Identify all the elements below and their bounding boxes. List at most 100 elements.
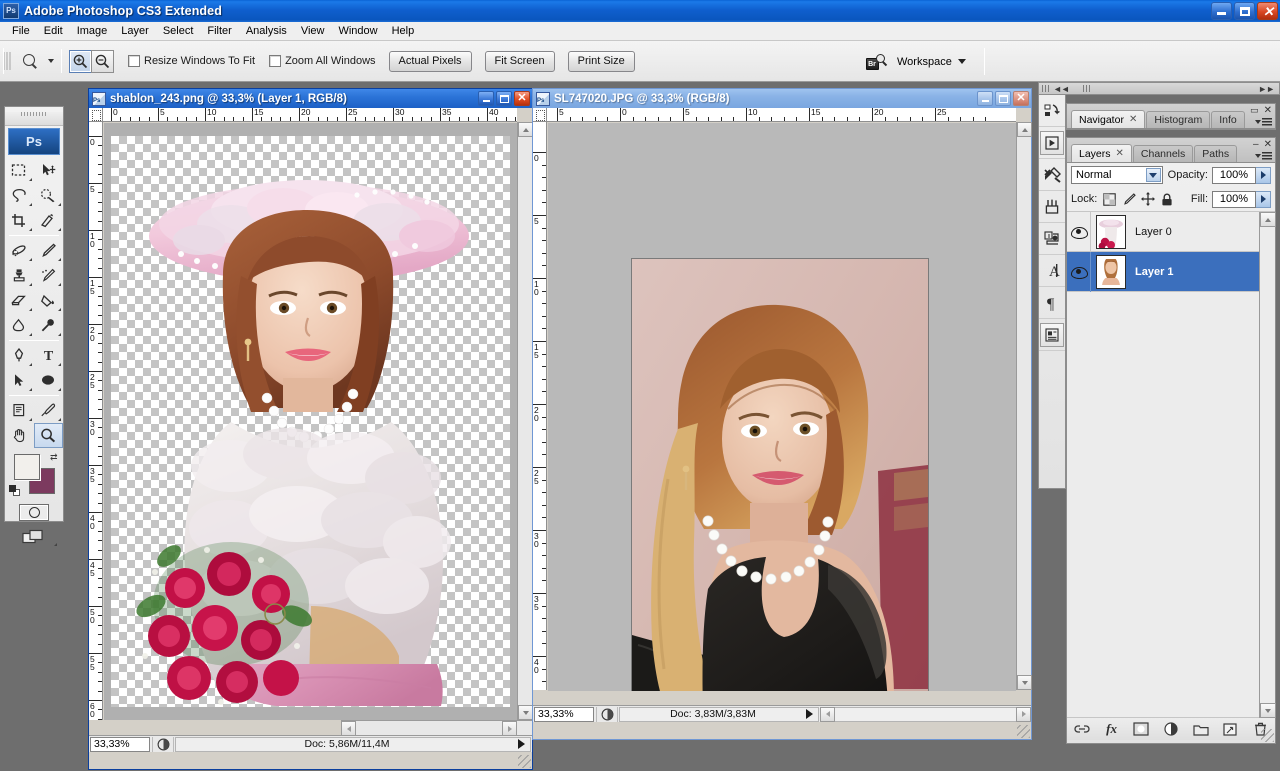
paint-bucket-tool[interactable]: [34, 288, 63, 313]
minimize-panel-icon[interactable]: –: [1253, 139, 1259, 150]
zoom-all-windows-checkbox[interactable]: Zoom All Windows: [269, 55, 376, 67]
horizontal-ruler[interactable]: 5 0 5 10 15 20 25: [547, 108, 1016, 122]
toolbox-grip[interactable]: [21, 112, 47, 116]
menu-layer[interactable]: Layer: [114, 23, 156, 39]
slice-tool[interactable]: [34, 208, 63, 233]
rectangular-marquee-tool[interactable]: [5, 158, 34, 183]
lock-transparency-icon[interactable]: [1102, 192, 1117, 207]
new-layer-icon[interactable]: [1221, 721, 1239, 738]
foreground-color-swatch[interactable]: [14, 454, 40, 480]
table-row[interactable]: Layer 1: [1067, 251, 1260, 292]
horizontal-scroll-track[interactable]: [835, 706, 1016, 722]
close-button[interactable]: ✕: [1257, 2, 1278, 20]
clone-stamp-tool[interactable]: [5, 263, 34, 288]
zoom-level-field[interactable]: 33,33%: [534, 706, 594, 722]
document-canvas-shablon[interactable]: [104, 123, 517, 720]
status-menu-triangle-icon[interactable]: [518, 739, 525, 749]
horizontal-ruler[interactable]: 0 5 10 15 20 25 30 35 40: [103, 108, 517, 122]
default-colors-icon[interactable]: [9, 485, 20, 496]
brush-tool[interactable]: [34, 238, 63, 263]
close-icon[interactable]: ✕: [1116, 148, 1124, 159]
eraser-tool[interactable]: [5, 288, 34, 313]
document-horizontal-scrollbar[interactable]: [341, 720, 532, 736]
document-profile-icon[interactable]: [152, 736, 174, 752]
menu-filter[interactable]: Filter: [200, 23, 238, 39]
vertical-ruler[interactable]: 0 5 10 15 20 25 30 35 40 45 50 55 60: [89, 122, 103, 720]
minimize-button[interactable]: [1211, 2, 1232, 20]
layer-thumbnail[interactable]: [1096, 214, 1126, 249]
layer-mask-icon[interactable]: [1132, 721, 1150, 738]
document-vertical-scrollbar[interactable]: [1016, 122, 1032, 690]
eyedropper-tool[interactable]: [34, 398, 63, 423]
zoom-in-icon[interactable]: [69, 49, 92, 73]
menu-edit[interactable]: Edit: [37, 23, 70, 39]
resize-grip[interactable]: [1261, 729, 1274, 742]
scroll-down-button[interactable]: [1017, 675, 1032, 690]
adjustment-layer-icon[interactable]: [1162, 721, 1180, 738]
clone-source-icon[interactable]: [1039, 223, 1065, 255]
scroll-left-button[interactable]: [341, 721, 356, 736]
scroll-left-button[interactable]: [820, 706, 835, 722]
close-panel-icon[interactable]: ✕: [1264, 105, 1272, 116]
workspace-menu-button[interactable]: Workspace: [897, 52, 966, 71]
close-icon[interactable]: ✕: [1129, 114, 1137, 125]
dock-grip-right[interactable]: [1082, 85, 1091, 92]
healing-brush-tool[interactable]: [5, 238, 34, 263]
quick-selection-tool[interactable]: [34, 183, 63, 208]
ruler-origin-corner[interactable]: [533, 108, 547, 122]
expand-dock-icon[interactable]: ►►: [1258, 84, 1275, 94]
go-to-bridge-button[interactable]: Br: [862, 50, 888, 73]
paragraph-icon[interactable]: ¶: [1039, 287, 1065, 319]
checkbox-box[interactable]: [269, 55, 282, 67]
history-brush-tool[interactable]: [34, 263, 63, 288]
layers-scrollbar[interactable]: [1259, 212, 1276, 718]
menu-select[interactable]: Select: [156, 23, 201, 39]
toolbox-header[interactable]: [5, 112, 63, 126]
restore-button[interactable]: [1234, 2, 1255, 20]
options-bar-grip[interactable]: [3, 48, 12, 74]
table-row[interactable]: Layer 0: [1067, 211, 1260, 252]
lasso-tool[interactable]: [5, 183, 34, 208]
document-maximize-button[interactable]: [995, 91, 1011, 106]
screen-mode-icon[interactable]: [5, 524, 63, 550]
fill-field[interactable]: 100%: [1212, 190, 1256, 208]
scroll-up-button[interactable]: [1017, 122, 1032, 137]
tab-navigator[interactable]: Navigator ✕: [1071, 110, 1146, 128]
zoom-tool-icon[interactable]: [16, 48, 44, 74]
scroll-down-button[interactable]: [1260, 703, 1276, 718]
menu-image[interactable]: Image: [70, 23, 115, 39]
minimize-panel-icon[interactable]: ▭: [1250, 105, 1259, 116]
dock-header-bar[interactable]: ◄◄ ►►: [1038, 82, 1280, 95]
blur-tool[interactable]: [5, 313, 34, 338]
scroll-up-button[interactable]: [1260, 212, 1276, 227]
scroll-up-button[interactable]: [518, 122, 533, 137]
layer-name[interactable]: Layer 0: [1135, 226, 1172, 238]
layer-name[interactable]: Layer 1: [1135, 266, 1174, 278]
pen-tool[interactable]: [5, 343, 34, 368]
zoom-level-field[interactable]: 33,33%: [90, 736, 150, 752]
layer-visibility-toggle[interactable]: [1067, 211, 1091, 252]
document-window-sl747020[interactable]: SL747020.JPG @ 33,3% (RGB/8) ✕ 5 0 5 10 15 20…: [532, 88, 1032, 740]
new-group-icon[interactable]: [1192, 721, 1210, 738]
layer-visibility-toggle[interactable]: [1067, 251, 1091, 292]
tab-info[interactable]: Info: [1211, 111, 1245, 128]
panel-menu-icon[interactable]: [1255, 118, 1272, 126]
crop-tool[interactable]: [5, 208, 34, 233]
layer-style-fx-icon[interactable]: fx: [1103, 721, 1121, 738]
document-window-shablon[interactable]: shablon_243.png @ 33,3% (Layer 1, RGB/8)…: [88, 88, 533, 770]
fit-screen-button[interactable]: Fit Screen: [484, 50, 555, 72]
resize-grip[interactable]: [518, 755, 531, 768]
vertical-ruler[interactable]: 0 5 10 15 20 25 30 35 40: [533, 122, 547, 690]
menu-view[interactable]: View: [294, 23, 332, 39]
tab-layers[interactable]: Layers ✕: [1071, 144, 1132, 162]
brushes-icon[interactable]: [1039, 191, 1065, 223]
document-minimize-button[interactable]: [478, 91, 494, 106]
tool-preset-chevron-down-icon[interactable]: [48, 59, 54, 63]
document-vertical-scrollbar[interactable]: [517, 122, 533, 720]
actions-icon[interactable]: [1039, 127, 1065, 159]
document-title-bar[interactable]: SL747020.JPG @ 33,3% (RGB/8) ✕: [533, 89, 1031, 108]
scroll-right-button[interactable]: [502, 721, 517, 736]
hand-tool[interactable]: [5, 423, 34, 448]
tab-paths[interactable]: Paths: [1194, 145, 1238, 162]
layer-comps-icon[interactable]: [1039, 319, 1065, 351]
